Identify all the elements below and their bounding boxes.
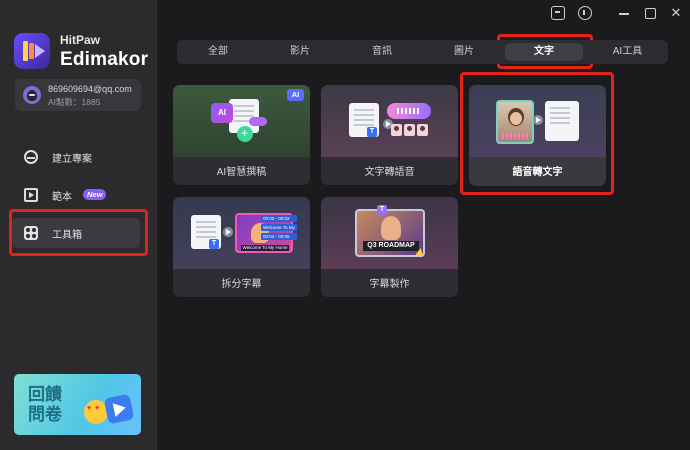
card-thumbnail: T Welcome To My Home 00:00 - 00:02 Welco… — [173, 197, 310, 269]
new-badge: New — [83, 189, 107, 200]
arrow-right-icon — [533, 115, 543, 125]
text-badge-icon: T — [377, 205, 387, 215]
edimakor-logo-icon — [14, 33, 50, 69]
tab-audio[interactable]: 音訊 — [341, 40, 423, 64]
brand-vendor: HitPaw — [60, 33, 101, 47]
account-email: 869609694@qq.com — [48, 84, 132, 94]
upgrade-icon[interactable] — [578, 6, 592, 20]
text-badge-icon: T — [367, 127, 377, 137]
card-title: 拆分字幕 — [221, 279, 262, 290]
tab-all[interactable]: 全部 — [177, 40, 259, 64]
card-thumbnail: T — [321, 85, 458, 157]
text-badge-icon: T — [209, 239, 219, 249]
sidebar: HitPaw Edimakor 869609694@qq.com AI點數：18… — [0, 0, 157, 450]
tab-ai-tools[interactable]: AI工具 — [587, 40, 668, 64]
sidebar-item-new-project[interactable]: 建立專案 — [12, 142, 140, 172]
category-tabs: 全部 影片 音訊 圖片 文字 AI工具 — [177, 40, 668, 64]
card-thumbnail: Q3 ROADMAP T — [321, 197, 458, 269]
video-preview: Q3 ROADMAP — [355, 209, 425, 257]
banner-text: 回饋問卷 — [28, 385, 62, 424]
ai-chip-icon: AI — [211, 103, 233, 123]
ai-badge: AI — [287, 89, 304, 101]
new-project-icon — [24, 150, 38, 164]
card-thumbnail — [469, 85, 606, 157]
send-icon — [103, 393, 135, 425]
document-icon — [545, 101, 579, 141]
card-title: 字幕製作 — [369, 279, 410, 290]
voice-avatar-icon — [417, 124, 428, 136]
avatar — [23, 86, 41, 104]
tool-card-split-subtitles[interactable]: T Welcome To My Home 00:00 - 00:02 Welco… — [173, 197, 310, 297]
sidebar-item-label: 範本 — [52, 192, 72, 203]
maximize-icon[interactable] — [643, 6, 657, 20]
card-thumbnail: AI AI — [173, 85, 310, 157]
subtitle-entry: 00:00 - 00:02 — [261, 215, 297, 222]
card-title: 文字轉語音 — [364, 167, 415, 178]
sidebar-item-toolbox[interactable]: 工具箱 — [12, 218, 140, 248]
feedback-survey-banner[interactable]: 回饋問卷 — [14, 374, 141, 435]
subtitle-entry: 00:04 - 00:05 — [261, 233, 297, 240]
account-card[interactable]: 869609694@qq.com AI點數：1885 — [15, 79, 141, 111]
tab-text[interactable]: 文字 — [505, 43, 583, 61]
tool-card-subtitle-maker[interactable]: Q3 ROADMAP T 字幕製作 — [321, 197, 458, 297]
audio-wave-icon — [387, 103, 431, 119]
tool-card-text-to-speech[interactable]: T 文字轉語音 — [321, 85, 458, 185]
tool-card-ai-writing[interactable]: AI AI AI智慧撰稿 — [173, 85, 310, 185]
minimize-icon[interactable] — [617, 6, 631, 20]
sidebar-item-templates[interactable]: 範本 New — [12, 180, 140, 210]
voice-avatar-icon — [404, 124, 415, 136]
template-icon — [24, 188, 38, 202]
video-caption: Welcome To My Home — [241, 245, 289, 251]
tool-card-speech-to-text[interactable]: 語音轉文字 — [469, 85, 606, 186]
sidebar-item-label: 工具箱 — [52, 230, 82, 241]
card-title: 語音轉文字 — [512, 167, 563, 178]
feedback-icon[interactable] — [551, 6, 565, 20]
arrow-right-icon — [223, 227, 233, 237]
video-overlay-text: Q3 ROADMAP — [363, 241, 419, 251]
audio-wave-icon — [502, 133, 528, 139]
add-icon — [237, 126, 253, 142]
tab-image[interactable]: 圖片 — [423, 40, 505, 64]
close-icon[interactable]: ✕ — [669, 6, 683, 20]
typing-dots-icon — [249, 117, 267, 126]
subtitle-entry: Welcome To My — [261, 224, 297, 231]
brand-name: Edimakor — [60, 49, 149, 70]
card-title: AI智慧撰稿 — [216, 167, 267, 178]
voice-avatar-icon — [391, 124, 402, 136]
toolbox-icon — [24, 226, 38, 240]
ai-points: AI點數：1885 — [48, 97, 101, 107]
sidebar-item-label: 建立專案 — [52, 154, 92, 165]
tab-video[interactable]: 影片 — [259, 40, 341, 64]
subtitle-list: 00:00 - 00:02 Welcome To My 00:04 - 00:0… — [261, 215, 297, 243]
